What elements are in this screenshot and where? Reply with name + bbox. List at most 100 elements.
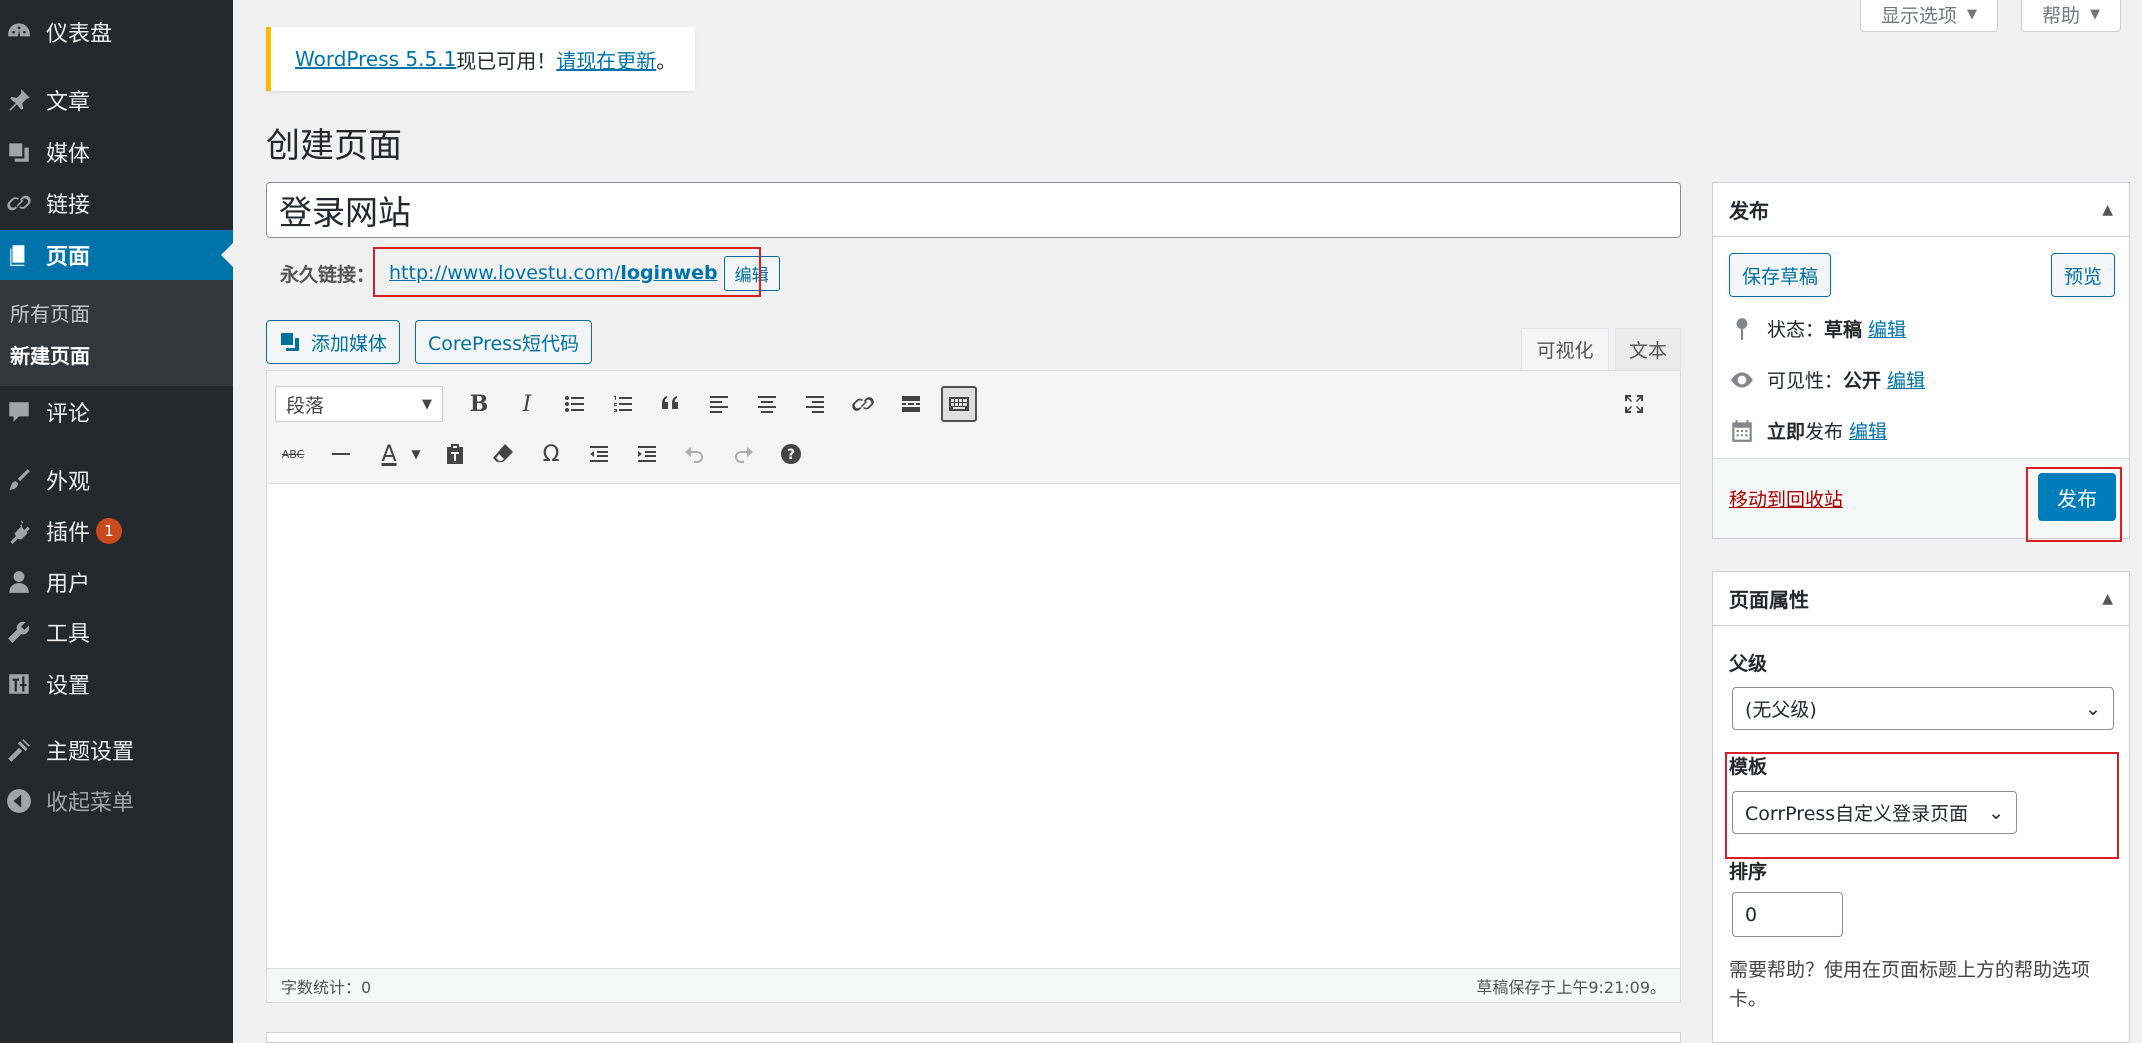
chevron-down-icon: ▼ [422, 396, 432, 412]
wrench-icon [6, 619, 32, 645]
sidebar-item-comments[interactable]: 评论 [0, 387, 233, 437]
numbered-list-icon[interactable] [605, 386, 641, 422]
help-tab[interactable]: 帮助 ▼ [2021, 0, 2122, 32]
help-label: 帮助 [2042, 5, 2081, 27]
tab-text[interactable]: 文本 [1615, 328, 1681, 370]
plugin-update-badge: 1 [96, 518, 123, 544]
sidebar-item-label: 收起菜单 [46, 791, 135, 816]
post-title-value: 登录网站 [279, 193, 411, 232]
wordpress-version-link[interactable]: WordPress 5.5.1 [295, 47, 456, 71]
sidebar-item-label: 工具 [46, 622, 91, 647]
collapse-arrow-icon[interactable]: ▲ [2102, 202, 2113, 218]
highlight-box-template [1725, 752, 2119, 859]
order-input-value: 0 [1745, 903, 1758, 926]
add-media-button[interactable]: 添加媒体 [266, 320, 401, 364]
save-draft-label: 保存草稿 [1742, 265, 1819, 288]
page-attributes-header[interactable]: 页面属性 ▲ [1713, 572, 2129, 626]
blockquote-icon[interactable] [653, 386, 689, 422]
sidebar-item-theme-settings[interactable]: 主题设置 [0, 725, 233, 775]
horizontal-line-icon[interactable] [323, 436, 359, 472]
visibility-label: 可见性： [1767, 370, 1844, 392]
format-select[interactable]: 段落 ▼ [275, 386, 443, 422]
submenu-item-all-pages[interactable]: 所有页面 [10, 298, 90, 327]
insert-link-icon[interactable] [845, 386, 881, 422]
editor-content-area[interactable] [267, 484, 1680, 936]
highlight-box-publish [2026, 467, 2122, 542]
sidebar-item-label: 仪表盘 [46, 22, 113, 47]
theme-settings-icon [6, 737, 32, 763]
sidebar-item-label: 插件 [46, 521, 91, 546]
sidebar-item-label: 外观 [46, 470, 91, 495]
move-to-trash-link[interactable]: 移动到回收站 [1729, 485, 1843, 512]
status-row: 状态： 草稿 编辑 [1729, 315, 1906, 342]
permalink-label: 永久链接： [280, 263, 376, 286]
dashboard-icon [6, 19, 32, 45]
svg-text:?: ? [787, 447, 795, 463]
edit-visibility-link[interactable]: 编辑 [1887, 366, 1925, 393]
add-media-icon [281, 333, 299, 351]
parent-select-value: (无父级) [1745, 699, 1817, 721]
indent-icon[interactable] [629, 436, 665, 472]
edit-publish-time-link[interactable]: 编辑 [1849, 417, 1887, 444]
save-draft-button[interactable]: 保存草稿 [1729, 253, 1832, 297]
strikethrough-icon[interactable]: ABC [275, 436, 311, 472]
align-left-icon[interactable] [701, 386, 737, 422]
submenu-item-new-page[interactable]: 新建页面 [10, 340, 90, 369]
order-label: 排序 [1729, 861, 1768, 883]
sidebar-item-dashboard[interactable]: 仪表盘 [0, 7, 233, 57]
sidebar-item-tools[interactable]: 工具 [0, 607, 233, 657]
post-title-input[interactable]: 登录网站 [266, 182, 1681, 238]
sidebar-item-settings[interactable]: 设置 [0, 659, 233, 709]
sidebar-collapse-menu[interactable]: 收起菜单 [0, 776, 233, 826]
order-input[interactable]: 0 [1732, 892, 1843, 937]
clear-formatting-icon[interactable] [485, 436, 521, 472]
sidebar-item-label: 主题设置 [46, 740, 135, 765]
page-attributes-help: 需要帮助？使用在页面标题上方的帮助选项卡。 [1729, 959, 2091, 1010]
dropdown-arrow-icon: ▼ [1967, 7, 1978, 22]
sidebar-item-users[interactable]: 用户 [0, 557, 233, 607]
italic-icon[interactable]: I [509, 386, 545, 422]
keyboard-help-icon[interactable]: ? [773, 436, 809, 472]
outdent-icon[interactable] [581, 436, 617, 472]
eye-icon [1731, 371, 1753, 388]
tab-visual[interactable]: 可视化 [1521, 328, 1609, 370]
corepress-shortcode-button[interactable]: CorePress短代码 [415, 320, 592, 364]
sidebar-item-plugins[interactable]: 插件 1 [0, 506, 233, 556]
edit-status-link[interactable]: 编辑 [1868, 315, 1906, 342]
settings-icon [6, 671, 32, 697]
page-attributes-title: 页面属性 [1729, 588, 1809, 612]
align-right-icon[interactable] [797, 386, 833, 422]
redo-icon[interactable] [725, 436, 761, 472]
bold-icon[interactable]: B [461, 386, 497, 422]
sidebar-item-label: 评论 [46, 402, 91, 427]
sidebar-item-media[interactable]: 媒体 [0, 127, 233, 177]
paste-text-icon[interactable] [437, 436, 473, 472]
update-now-link[interactable]: 请现在更新 [556, 45, 656, 74]
shortcode-label: CorePress短代码 [428, 332, 579, 355]
format-select-value: 段落 [286, 394, 325, 417]
sidebar-item-label: 链接 [46, 193, 91, 218]
text-color-icon[interactable]: A [371, 436, 407, 472]
preview-button[interactable]: 预览 [2050, 253, 2115, 297]
text-color-dropdown-icon[interactable]: ▼ [407, 436, 425, 472]
toolbar-toggle-icon[interactable] [941, 386, 977, 422]
special-character-icon[interactable]: Ω [533, 436, 569, 472]
sidebar-item-appearance[interactable]: 外观 [0, 455, 233, 505]
read-more-icon[interactable] [893, 386, 929, 422]
status-label: 状态： [1767, 319, 1825, 341]
comment-icon [6, 399, 32, 425]
bullet-list-icon[interactable] [557, 386, 593, 422]
sidebar-item-pages[interactable]: 页面 [0, 230, 233, 280]
parent-select[interactable]: (无父级) ⌄ [1732, 687, 2114, 730]
editor-statusbar: 字数统计：0 草稿保存于上午9:21:09。 [267, 968, 1680, 1002]
fullscreen-icon[interactable] [1616, 386, 1652, 422]
publish-box-header[interactable]: 发布 ▲ [1713, 183, 2129, 237]
undo-icon[interactable] [677, 436, 713, 472]
collapse-arrow-icon[interactable]: ▲ [2102, 591, 2113, 607]
sidebar-item-links[interactable]: 链接 [0, 178, 233, 228]
pin-icon [1736, 317, 1748, 340]
screen-options-tab[interactable]: 显示选项 ▼ [1860, 0, 1999, 32]
align-center-icon[interactable] [749, 386, 785, 422]
collapse-icon [6, 788, 32, 814]
sidebar-item-posts[interactable]: 文章 [0, 75, 233, 125]
